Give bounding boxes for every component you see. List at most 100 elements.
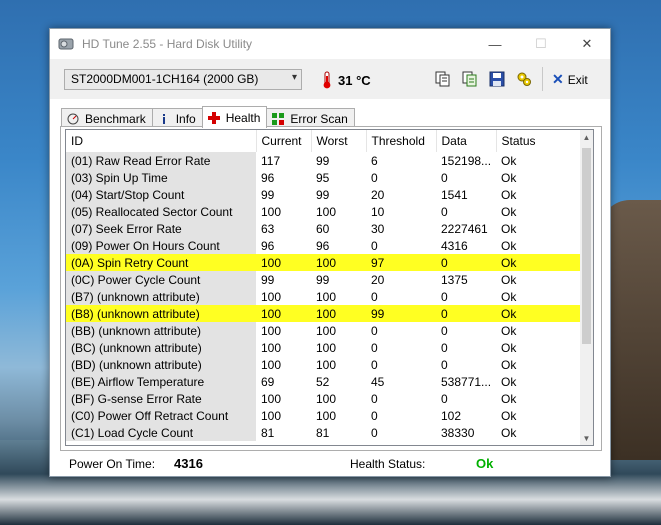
smart-table: ID Current Worst Threshold Data Status (…: [66, 130, 581, 441]
table-row[interactable]: (BE) Airflow Temperature 69 52 45 538771... O…: [66, 373, 580, 390]
tab-strip: Benchmark Info Health Error Scan: [61, 106, 355, 128]
status-value: Ok: [501, 374, 517, 389]
current-value: 100: [261, 408, 282, 423]
raw-data: 0: [436, 305, 496, 322]
raw-data: 0: [441, 357, 448, 372]
hdtune-app-icon: [58, 38, 74, 50]
tab-health[interactable]: Health: [201, 106, 268, 128]
table-row[interactable]: (C0) Power Off Retract Count 100 100 0 102 Ok: [66, 407, 580, 424]
threshold-value: 45: [371, 374, 385, 389]
attribute-id: (C0) Power Off Retract Count: [66, 407, 256, 424]
raw-data: 0: [441, 170, 448, 185]
table-row[interactable]: (BF) G-sense Error Rate 100 100 0 0 Ok: [66, 390, 580, 407]
power-on-time-label: Power On Time:: [69, 457, 156, 471]
status-value: Ok: [501, 153, 517, 168]
table-row[interactable]: (BD) (unknown attribute) 100 100 0 0 Ok: [66, 356, 580, 373]
tab-info[interactable]: Info: [151, 108, 203, 128]
table-row[interactable]: (BB) (unknown attribute) 100 100 0 0 Ok: [66, 322, 580, 339]
window-title: HD Tune 2.55 - Hard Disk Utility: [82, 37, 253, 51]
worst-value: 81: [316, 425, 330, 440]
minimize-button[interactable]: —: [472, 29, 518, 59]
raw-data: 38330: [441, 425, 475, 440]
status-value: Ok: [496, 305, 580, 322]
status-line: Power On Time: 4316 Health Status: Ok: [50, 451, 610, 475]
table-row[interactable]: (05) Reallocated Sector Count 100 100 10 0 Ok: [66, 203, 580, 220]
attribute-id: (BD) (unknown attribute): [66, 356, 256, 373]
copy-button[interactable]: [433, 69, 453, 89]
raw-data: 0: [441, 323, 448, 338]
scroll-up-icon[interactable]: ▲: [580, 130, 593, 144]
threshold-value: 20: [371, 272, 385, 287]
title-bar[interactable]: HD Tune 2.55 - Hard Disk Utility — ☐ ✕: [50, 29, 610, 59]
tab-label: Health: [225, 110, 261, 125]
attribute-id: (05) Reallocated Sector Count: [66, 203, 256, 220]
attribute-id: (B8) (unknown attribute): [66, 305, 256, 322]
maximize-button[interactable]: ☐: [518, 29, 564, 59]
options-button[interactable]: [514, 69, 534, 89]
column-header-threshold[interactable]: Threshold: [366, 130, 437, 152]
info-icon: [157, 112, 171, 126]
raw-data: 2227461: [441, 221, 488, 236]
column-header-status[interactable]: Status: [496, 130, 581, 152]
current-value: 96: [261, 170, 275, 185]
attribute-id: (0A) Spin Retry Count: [66, 254, 256, 271]
status-value: Ok: [501, 272, 517, 287]
column-header-worst[interactable]: Worst: [311, 130, 367, 152]
worst-value: 100: [316, 204, 337, 219]
benchmark-icon: [66, 112, 80, 126]
table-row[interactable]: (B8) (unknown attribute) 100 100 99 0 Ok: [66, 305, 580, 322]
attribute-id: (B7) (unknown attribute): [66, 288, 256, 305]
scroll-down-icon[interactable]: ▼: [580, 431, 593, 445]
table-row[interactable]: (04) Start/Stop Count 99 99 20 1541 Ok: [66, 186, 580, 203]
status-value: Ok: [501, 289, 517, 304]
column-header-data[interactable]: Data: [436, 130, 497, 152]
status-value: Ok: [501, 238, 517, 253]
status-value: Ok: [501, 204, 517, 219]
raw-data: 538771...: [441, 374, 492, 389]
status-value: Ok: [501, 408, 517, 423]
status-value: Ok: [501, 391, 517, 406]
save-button[interactable]: [487, 69, 507, 89]
exit-button[interactable]: ✕ Exit: [552, 71, 588, 88]
status-value: Ok: [501, 323, 517, 338]
status-value: Ok: [501, 221, 517, 236]
table-row[interactable]: (0A) Spin Retry Count 100 100 97 0 Ok: [66, 254, 580, 271]
column-header-id[interactable]: ID: [66, 130, 257, 152]
drive-select[interactable]: ST2000DM001-1CH164 (2000 GB) ▾: [64, 69, 302, 90]
table-row[interactable]: (09) Power On Hours Count 96 96 0 4316 Ok: [66, 237, 580, 254]
current-value: 100: [261, 357, 282, 372]
table-row[interactable]: (C1) Load Cycle Count 81 81 0 38330 Ok: [66, 424, 580, 441]
table-row[interactable]: (BC) (unknown attribute) 100 100 0 0 Ok: [66, 339, 580, 356]
current-value: 100: [256, 254, 311, 271]
current-value: 81: [261, 425, 275, 440]
threshold-value: 10: [371, 204, 385, 219]
copy-info-button[interactable]: [460, 69, 480, 89]
current-value: 100: [261, 340, 282, 355]
status-value: Ok: [501, 425, 517, 440]
table-row[interactable]: (B7) (unknown attribute) 100 100 0 0 Ok: [66, 288, 580, 305]
table-row[interactable]: (01) Raw Read Error Rate 117 99 6 152198... O…: [66, 152, 580, 169]
smart-attributes-list[interactable]: ID Current Worst Threshold Data Status (…: [65, 129, 594, 446]
current-value: 100: [261, 323, 282, 338]
worst-value: 52: [316, 374, 330, 389]
close-button[interactable]: ✕: [564, 29, 610, 59]
tab-error-scan[interactable]: Error Scan: [266, 108, 355, 128]
raw-data: 1375: [441, 272, 468, 287]
health-status-value: Ok: [476, 456, 494, 471]
table-row[interactable]: (0C) Power Cycle Count 99 99 20 1375 Ok: [66, 271, 580, 288]
options-icon: [517, 72, 531, 86]
status-value: Ok: [501, 187, 517, 202]
temperature-display: 31 °C: [322, 71, 371, 89]
vertical-scrollbar[interactable]: ▲ ▼: [580, 130, 593, 445]
attribute-id: (BF) G-sense Error Rate: [66, 390, 256, 407]
table-row[interactable]: (07) Seek Error Rate 63 60 30 2227461 Ok: [66, 220, 580, 237]
worst-value: 100: [311, 305, 366, 322]
status-value: Ok: [501, 340, 517, 355]
attribute-id: (01) Raw Read Error Rate: [66, 152, 256, 169]
tab-benchmark[interactable]: Benchmark: [61, 108, 153, 128]
column-header-current[interactable]: Current: [256, 130, 312, 152]
tab-label: Info: [175, 111, 196, 126]
table-row[interactable]: (03) Spin Up Time 96 95 0 0 Ok: [66, 169, 580, 186]
raw-data: 0: [441, 391, 448, 406]
scrollbar-thumb[interactable]: [582, 148, 591, 344]
